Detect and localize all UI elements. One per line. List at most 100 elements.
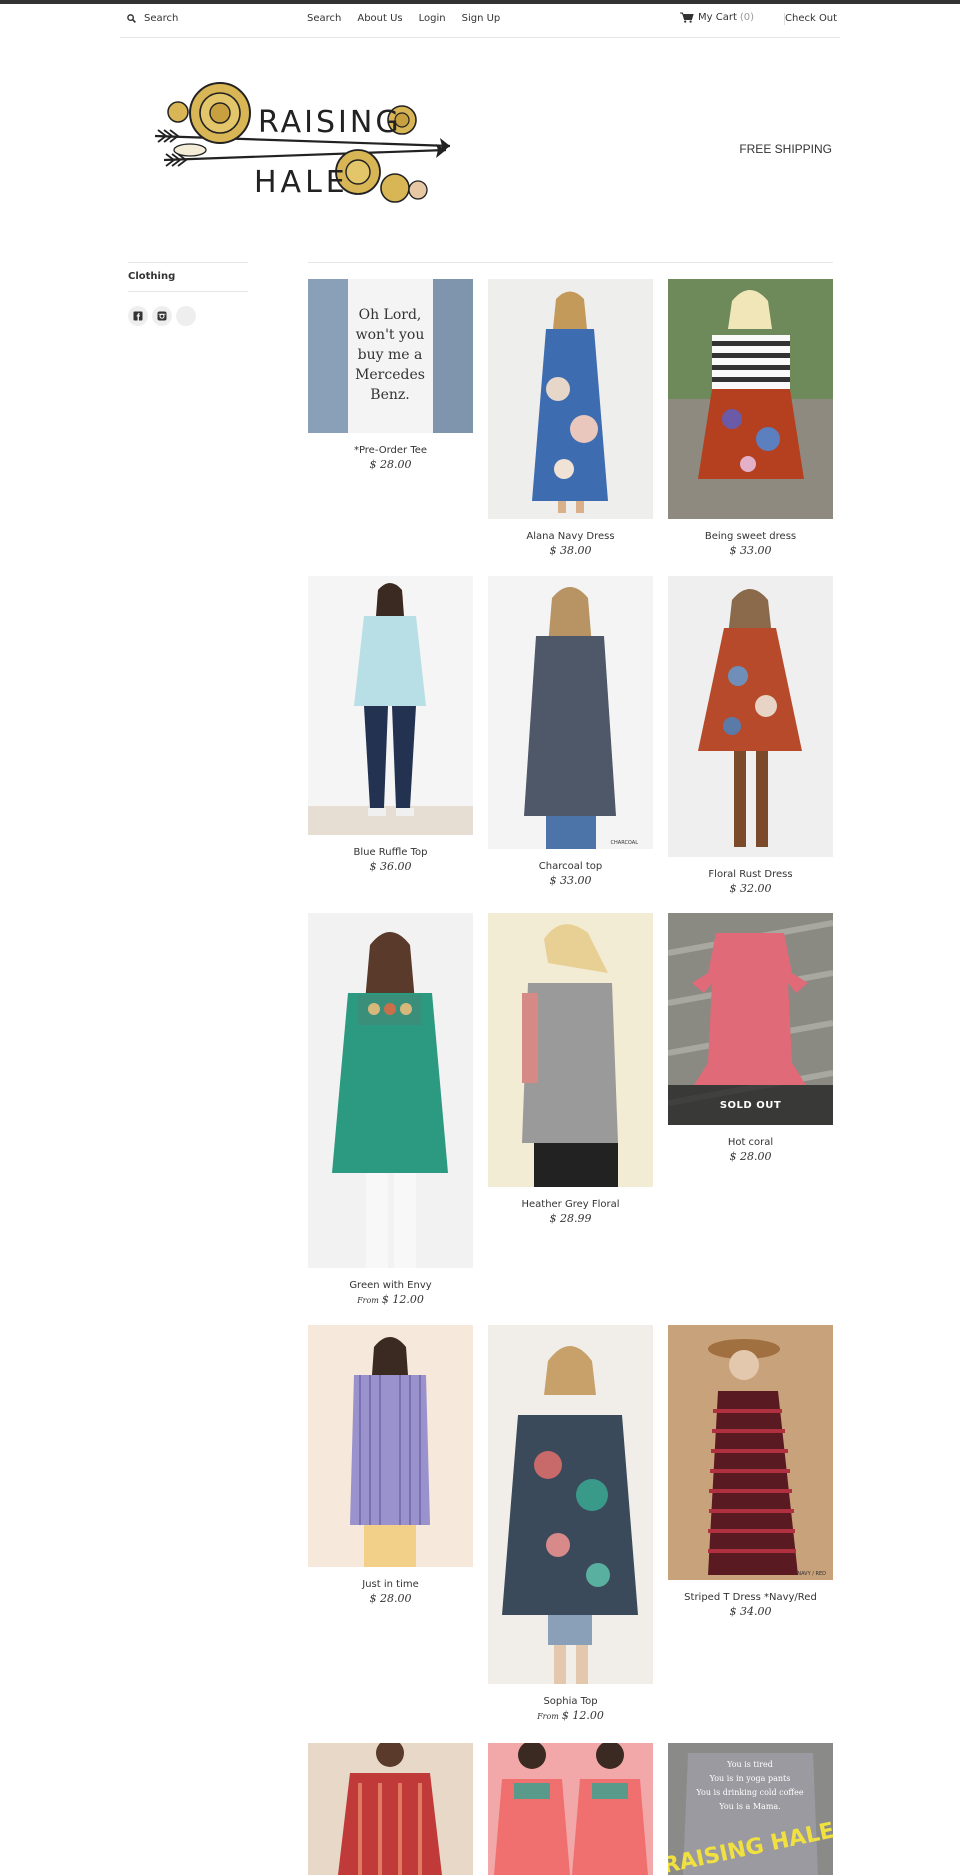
sidebar-item-clothing[interactable]: Clothing [128, 262, 248, 292]
product-price: $ 28.00 [668, 1150, 833, 1163]
product-image[interactable] [488, 279, 653, 519]
product-image[interactable] [308, 1743, 473, 1875]
product-name[interactable]: Floral Rust Dress [668, 869, 833, 880]
product-price: $ 33.00 [488, 874, 653, 887]
product-image[interactable] [668, 279, 833, 519]
nav-link-login[interactable]: Login [419, 13, 446, 24]
product-name[interactable]: Blue Ruffle Top [308, 847, 473, 858]
facebook-link[interactable] [128, 306, 148, 326]
product-price: From $ 12.00 [308, 1293, 473, 1306]
product-price: From $ 12.00 [488, 1709, 653, 1722]
nav-link-about-us[interactable]: About Us [357, 13, 402, 24]
search-box[interactable]: Search [127, 13, 178, 24]
price-value: $ 33.00 [549, 874, 592, 887]
cart-label: My Cart [698, 12, 737, 23]
product-image[interactable]: SOLD OUT [668, 913, 833, 1125]
svg-text:won't you: won't you [356, 327, 425, 343]
price-value: $ 28.00 [729, 1150, 772, 1163]
sold-out-badge: SOLD OUT [668, 1085, 833, 1125]
svg-text:You is drinking cold coffee: You is drinking cold coffee [695, 1788, 803, 1797]
svg-text:buy me a: buy me a [358, 347, 423, 363]
product-name[interactable]: Heather Grey Floral [488, 1199, 653, 1210]
product-price: $ 32.00 [668, 882, 833, 895]
product-price: $ 38.00 [488, 544, 653, 557]
facebook-icon [133, 311, 143, 321]
cart-link[interactable]: My Cart (0) [680, 12, 754, 23]
product-image[interactable] [488, 1325, 653, 1684]
product-card[interactable]: NAVY / RED Striped T Dress *Navy/Red $ 3… [668, 1325, 833, 1618]
price-value: $ 38.00 [549, 544, 592, 557]
svg-text:Mercedes: Mercedes [355, 367, 425, 383]
product-image[interactable] [308, 913, 473, 1268]
free-shipping-banner: FREE SHIPPING [739, 142, 832, 156]
svg-text:You is a Mama.: You is a Mama. [718, 1802, 780, 1811]
cart-icon [680, 12, 694, 23]
product-image[interactable]: You is tired You is in yoga pants You is d… [668, 1743, 833, 1875]
product-image[interactable] [668, 576, 833, 857]
product-card[interactable]: Green with Envy From $ 12.00 [308, 913, 473, 1306]
product-card[interactable]: Oh Lord, won't you buy me a Mercedes Benz. *… [308, 279, 473, 471]
product-price: $ 34.00 [668, 1605, 833, 1618]
product-image[interactable]: NAVY / RED [668, 1325, 833, 1580]
product-card[interactable]: Floral Rust Dress $ 32.00 [668, 576, 833, 895]
social-placeholder-icon[interactable] [176, 306, 196, 326]
product-name[interactable]: Striped T Dress *Navy/Red [668, 1592, 833, 1603]
product-card[interactable]: You is tired You is in yoga pants You is d… [668, 1743, 833, 1875]
product-price: $ 28.00 [308, 458, 473, 471]
product-name[interactable]: Charcoal top [488, 861, 653, 872]
product-image[interactable]: CHARCOAL [488, 576, 653, 849]
svg-text:RAISING: RAISING [258, 105, 402, 140]
svg-text:You is tired: You is tired [726, 1760, 773, 1769]
price-value: $ 12.00 [561, 1709, 604, 1722]
nav-link-sign-up[interactable]: Sign Up [462, 13, 501, 24]
svg-text:You is in yoga pants: You is in yoga pants [709, 1774, 791, 1783]
product-card[interactable] [488, 1743, 653, 1875]
product-card[interactable]: Just in time $ 28.00 [308, 1325, 473, 1605]
product-price: $ 36.00 [308, 860, 473, 873]
product-name[interactable]: Being sweet dress [668, 531, 833, 542]
price-value: $ 32.00 [729, 882, 772, 895]
product-card[interactable]: Heather Grey Floral $ 28.99 [488, 913, 653, 1225]
price-value: $ 36.00 [369, 860, 412, 873]
product-name[interactable]: Just in time [308, 1579, 473, 1590]
sidebar: Clothing [128, 262, 248, 326]
product-name[interactable]: Sophia Top [488, 1696, 653, 1707]
product-card[interactable]: Sophia Top From $ 12.00 [488, 1325, 653, 1722]
product-price: $ 28.00 [308, 1592, 473, 1605]
price-value: $ 28.00 [369, 1592, 412, 1605]
product-card[interactable] [308, 1743, 473, 1875]
product-name[interactable]: *Pre-Order Tee [308, 445, 473, 456]
product-card[interactable]: Being sweet dress $ 33.00 [668, 279, 833, 557]
product-name[interactable]: Alana Navy Dress [488, 531, 653, 542]
svg-text:Oh Lord,: Oh Lord, [359, 307, 422, 323]
product-price: $ 28.99 [488, 1212, 653, 1225]
product-card[interactable]: SOLD OUT Hot coral $ 28.00 [668, 913, 833, 1163]
price-value: $ 33.00 [729, 544, 772, 557]
product-image[interactable] [488, 1743, 653, 1875]
product-card[interactable]: Blue Ruffle Top $ 36.00 [308, 576, 473, 873]
product-name[interactable]: Hot coral [668, 1137, 833, 1148]
product-image[interactable] [308, 576, 473, 835]
search-label: Search [144, 13, 179, 24]
price-value: $ 12.00 [381, 1293, 424, 1306]
product-image[interactable] [308, 1325, 473, 1567]
price-prefix: From [357, 1296, 379, 1305]
svg-text:CHARCOAL: CHARCOAL [611, 840, 639, 846]
search-icon [127, 14, 136, 23]
store-logo[interactable]: RAISING HALE [150, 78, 455, 214]
checkout-link[interactable]: Check Out [785, 13, 837, 24]
nav-link-search[interactable]: Search [307, 13, 341, 24]
instagram-icon [157, 311, 167, 321]
product-card[interactable]: Alana Navy Dress $ 38.00 [488, 279, 653, 557]
svg-text:NAVY / RED: NAVY / RED [797, 1571, 826, 1577]
grid-top-rule [308, 262, 833, 263]
product-image[interactable]: Oh Lord, won't you buy me a Mercedes Benz. [308, 279, 473, 433]
product-card[interactable]: CHARCOAL Charcoal top $ 33.00 [488, 576, 653, 887]
social-links [128, 306, 248, 326]
instagram-link[interactable] [152, 306, 172, 326]
price-value: $ 28.99 [549, 1212, 592, 1225]
price-value: $ 28.00 [369, 458, 412, 471]
svg-text:Benz.: Benz. [370, 387, 409, 403]
product-image[interactable] [488, 913, 653, 1187]
product-name[interactable]: Green with Envy [308, 1280, 473, 1291]
